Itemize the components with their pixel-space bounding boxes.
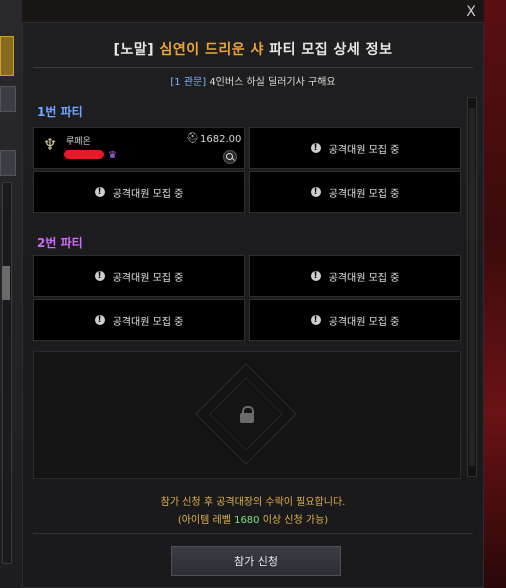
requirement-suffix: 이상 신청 가능) [259,515,329,526]
item-level-requirement: (아이템 레벨 1680 이상 신청 가능) [23,511,483,526]
crown-icon: ♛ [108,150,117,161]
slot-status: 공격대원 모집 중 [328,144,400,156]
member-class-name: 루페온 [66,137,91,147]
exclamation-icon: ! [310,187,321,197]
close-icon[interactable]: X [458,2,484,22]
footer-divider [33,533,473,534]
difficulty-tag: [노말] [113,42,155,58]
exclamation-icon: ! [94,315,105,325]
party-1-slot-2[interactable]: ! 공격대원 모집 중 [249,127,461,169]
slot-status: 공격대원 모집 중 [112,316,184,328]
party-1-slot-3[interactable]: ! 공격대원 모집 중 [33,171,245,213]
side-tab-button[interactable] [0,36,14,76]
lock-icon [239,406,255,423]
party-2-label: 2번 파티 [37,236,83,250]
party-2-slot-2[interactable]: ! 공격대원 모집 중 [249,255,461,297]
list-scrollbar[interactable] [467,97,477,477]
required-item-level: 1680 [234,515,260,526]
party-1-slot-1-leader[interactable]: ♆ 루페온 ♛ ⛑ 1682.00 [33,127,245,169]
exclamation-icon: ! [94,271,105,281]
party-1-slot-4[interactable]: ! 공격대원 모집 중 [249,171,461,213]
gate-tag: [1 관문] [170,77,207,88]
party-2-slot-4[interactable]: ! 공격대원 모집 중 [249,299,461,341]
background-left-ui [0,0,22,588]
redacted-character-name [64,150,104,159]
slot-status: 공격대원 모집 중 [112,188,184,200]
slot-status: 공격대원 모집 중 [328,272,400,284]
raid-name: 심연이 드리운 샤 [159,42,264,58]
party-1-label: 1번 파티 [37,105,83,119]
scroll-track[interactable] [469,108,475,466]
exclamation-icon: ! [94,187,105,197]
title-divider [33,67,473,68]
exclamation-icon: ! [310,315,321,325]
exclamation-icon: ! [310,143,321,153]
exclamation-icon: ! [310,271,321,281]
acceptance-notice: 참가 신청 후 공격대장의 수락이 필요합니다. [160,497,346,508]
page-title: [노말] 심연이 드리운 샤 파티 모집 상세 정보 [23,39,483,59]
join-request-button[interactable]: 참가 신청 [171,546,341,576]
recruit-description: [1 관문] 4인버스 하실 딜러기사 구해요 [23,73,483,88]
recruit-message: 4인버스 하실 딜러기사 구해요 [209,77,336,88]
party-2-slot-1[interactable]: ! 공격대원 모집 중 [33,255,245,297]
party-2-slot-3[interactable]: ! 공격대원 모집 중 [33,299,245,341]
title-suffix: 파티 모집 상세 정보 [269,42,393,58]
background-scrollbar[interactable] [2,182,12,564]
requirement-prefix: (아이템 레벨 [177,515,235,526]
party-recruit-detail-panel: [노말] 심연이 드리운 샤 파티 모집 상세 정보 [1 관문] 4인버스 하… [22,22,484,588]
slot-status: 공격대원 모집 중 [328,316,400,328]
background-right-scene [484,0,506,588]
bard-harp-icon: ♆ [42,135,58,154]
member-item-level: 1682.00 [200,134,242,145]
side-button[interactable] [0,150,16,176]
locked-party-area [33,351,461,479]
magnifier-icon[interactable] [223,150,237,164]
slot-status: 공격대원 모집 중 [328,188,400,200]
slot-status: 공격대원 모집 중 [112,272,184,284]
background-scroll-thumb[interactable] [2,266,10,300]
helmet-icon: ⛑ [186,133,199,144]
side-button[interactable] [0,86,16,112]
